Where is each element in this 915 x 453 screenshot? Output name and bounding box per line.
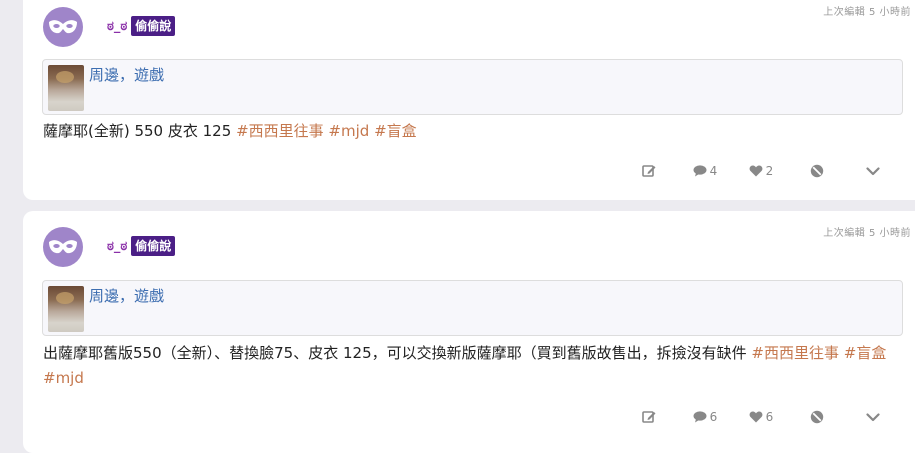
author-line: ಠ_ಠ 偷偷說 bbox=[107, 236, 176, 256]
status-badge: 偷偷說 bbox=[131, 16, 176, 36]
like-count: 6 bbox=[765, 410, 774, 424]
expand-button[interactable] bbox=[845, 407, 901, 427]
comment-button[interactable]: 6 bbox=[677, 407, 733, 427]
mask-icon bbox=[48, 19, 78, 35]
mask-icon bbox=[48, 239, 78, 255]
chevron-down-icon bbox=[866, 412, 880, 422]
post-actions: 6 6 bbox=[621, 407, 901, 427]
heart-icon bbox=[749, 165, 763, 177]
avatar[interactable] bbox=[43, 227, 83, 267]
link-title[interactable]: 周邊，遊戲 bbox=[89, 64, 164, 85]
like-button[interactable]: 2 bbox=[733, 161, 789, 181]
comment-button[interactable]: 4 bbox=[677, 161, 733, 181]
avatar[interactable] bbox=[43, 7, 83, 47]
hashtag[interactable]: #mjd bbox=[328, 122, 369, 140]
edit-icon bbox=[642, 164, 656, 178]
hashtag[interactable]: #西西里往事 bbox=[751, 344, 839, 362]
link-title[interactable]: 周邊，遊戲 bbox=[89, 285, 164, 306]
edited-timestamp: 上次編輯 5 小時前 bbox=[823, 7, 911, 18]
expand-button[interactable] bbox=[845, 161, 901, 181]
hashtag[interactable]: #盲盒 bbox=[374, 122, 417, 140]
edit-button[interactable] bbox=[621, 407, 677, 427]
status-badge: 偷偷說 bbox=[131, 236, 176, 256]
link-thumbnail bbox=[48, 65, 84, 111]
comment-icon bbox=[693, 411, 707, 423]
hashtag[interactable]: #mjd bbox=[43, 369, 84, 387]
like-count: 2 bbox=[765, 164, 774, 178]
post-text: 薩摩耶(全新) 550 皮衣 125 bbox=[43, 122, 232, 140]
post-text: 出薩摩耶舊版550（全新）、替換臉75、皮衣 125，可以交換新版薩摩耶（買到舊… bbox=[43, 344, 747, 362]
author-name[interactable]: ಠ_ಠ bbox=[107, 19, 127, 34]
block-button[interactable] bbox=[789, 161, 845, 181]
post-card: ಠ_ಠ 偷偷說 上次編輯 5 小時前 周邊，遊戲 薩摩耶(全新) 550 皮衣 … bbox=[23, 0, 915, 200]
comment-icon bbox=[693, 165, 707, 177]
comment-count: 4 bbox=[709, 164, 718, 178]
author-name[interactable]: ಠ_ಠ bbox=[107, 239, 127, 254]
like-button[interactable]: 6 bbox=[733, 407, 789, 427]
block-button[interactable] bbox=[789, 407, 845, 427]
post-actions: 4 2 bbox=[621, 161, 901, 181]
link-preview[interactable]: 周邊，遊戲 bbox=[42, 59, 903, 115]
post-content: 出薩摩耶舊版550（全新）、替換臉75、皮衣 125，可以交換新版薩摩耶（買到舊… bbox=[43, 341, 903, 391]
post-content: 薩摩耶(全新) 550 皮衣 125 #西西里往事 #mjd #盲盒 bbox=[43, 119, 903, 144]
hashtag[interactable]: #盲盒 bbox=[844, 344, 887, 362]
post-card: ಠ_ಠ 偷偷說 上次編輯 5 小時前 周邊，遊戲 出薩摩耶舊版550（全新）、替… bbox=[23, 211, 915, 453]
hashtag[interactable]: #西西里往事 bbox=[236, 122, 324, 140]
heart-icon bbox=[749, 411, 763, 423]
block-icon bbox=[810, 164, 824, 178]
edit-button[interactable] bbox=[621, 161, 677, 181]
chevron-down-icon bbox=[866, 166, 880, 176]
edit-icon bbox=[642, 410, 656, 424]
comment-count: 6 bbox=[709, 410, 718, 424]
edited-timestamp: 上次編輯 5 小時前 bbox=[823, 228, 911, 239]
link-preview[interactable]: 周邊，遊戲 bbox=[42, 280, 903, 336]
link-thumbnail bbox=[48, 286, 84, 332]
author-line: ಠ_ಠ 偷偷說 bbox=[107, 16, 176, 36]
block-icon bbox=[810, 410, 824, 424]
